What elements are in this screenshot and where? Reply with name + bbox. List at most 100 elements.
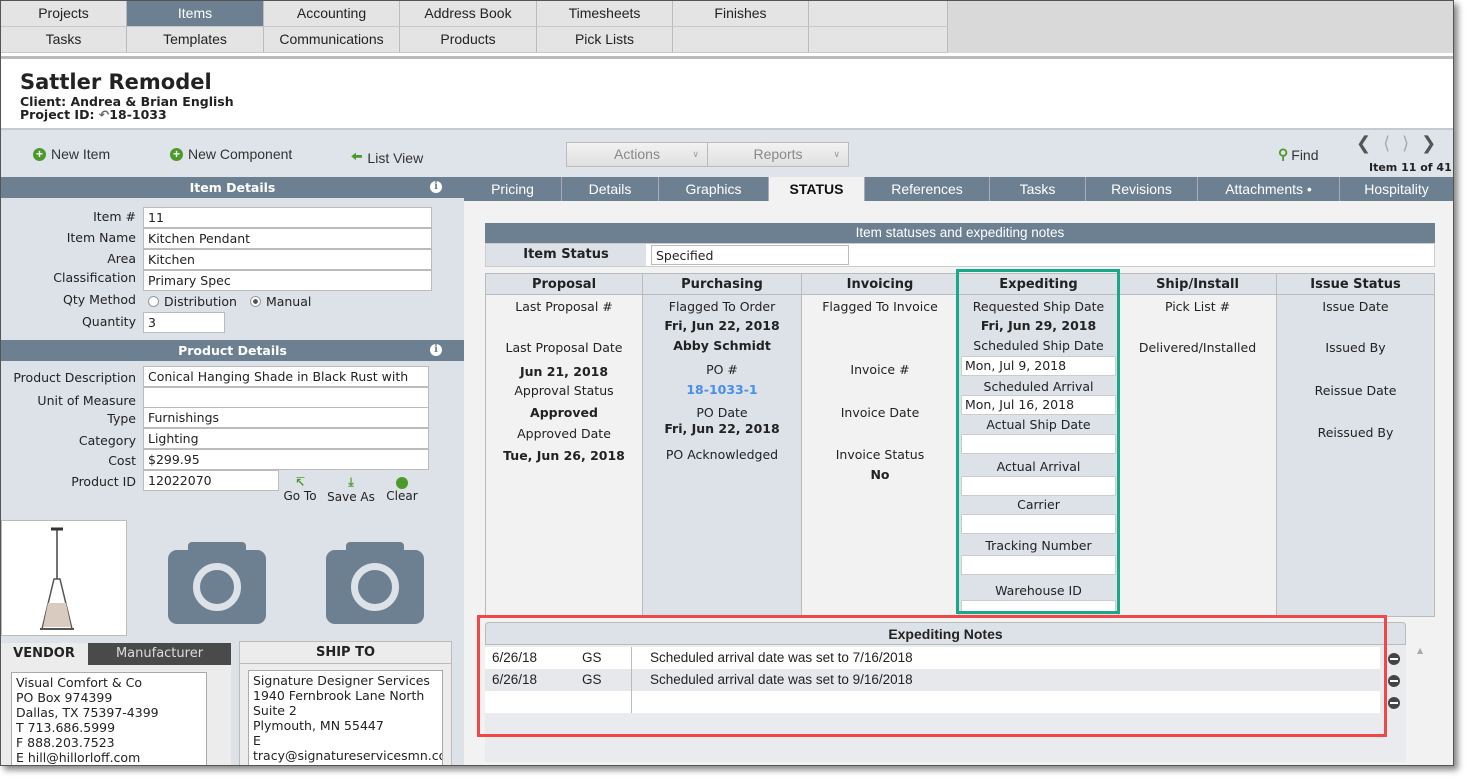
vendor-address[interactable]: Visual Comfort & Co PO Box 974399 Dallas, …: [11, 672, 207, 765]
nav-address-book[interactable]: Address Book: [400, 1, 537, 27]
category-label: Category: [78, 433, 136, 448]
next-icon[interactable]: ⟩: [1402, 133, 1421, 154]
item-tabs: Pricing Details Graphics STATUS Referenc…: [464, 177, 1453, 201]
quantity-field[interactable]: 3: [143, 312, 225, 333]
ship-to-address[interactable]: Signature Designer Services 1940 Fernbroo…: [248, 670, 443, 765]
find-label: Find: [1291, 146, 1319, 163]
item-status-field[interactable]: Specified: [651, 245, 849, 265]
new-item-button[interactable]: + New Item: [33, 146, 110, 162]
po-link[interactable]: 18-1033-1: [643, 382, 801, 397]
project-header: Sattler Remodel Client: Andrea & Brian E…: [1, 56, 1453, 128]
nav-tasks[interactable]: Tasks: [1, 27, 127, 53]
tab-status[interactable]: STATUS: [769, 177, 865, 201]
clear-button[interactable]: Clear: [385, 475, 419, 503]
proposal-column: Proposal Last Proposal # Last Proposal D…: [485, 273, 643, 617]
classification-field[interactable]: Primary Spec: [143, 270, 432, 291]
last-proposal-no-label: Last Proposal #: [515, 299, 613, 314]
nav-finishes[interactable]: Finishes: [673, 1, 809, 27]
camera-icon[interactable]: [326, 542, 424, 624]
address-line: F 888.203.7523: [16, 735, 115, 750]
delivered-installed-label: Delivered/Installed: [1138, 340, 1257, 355]
address-line: T 713.686.5999: [16, 720, 116, 735]
issue-status-column: Issue Status Issue Date Issued By Reissu…: [1276, 273, 1435, 617]
last-icon[interactable]: ❯: [1421, 133, 1448, 154]
approval-status: Approved: [530, 405, 598, 420]
uom-field[interactable]: [143, 387, 429, 408]
first-icon[interactable]: ❮: [1356, 133, 1383, 154]
tab-hospitality[interactable]: Hospitality: [1340, 177, 1453, 201]
reports-dropdown[interactable]: Reports ∨: [707, 142, 849, 167]
new-component-button[interactable]: + New Component: [170, 146, 292, 162]
item-no-field[interactable]: 11: [143, 207, 432, 228]
prev-icon[interactable]: ⟨: [1383, 133, 1402, 154]
reissue-date-label: Reissue Date: [1314, 383, 1397, 398]
address-line: Suite 2: [253, 703, 297, 718]
type-label: Type: [107, 411, 136, 426]
nav-accounting[interactable]: Accounting: [264, 1, 400, 27]
nav-pick-lists[interactable]: Pick Lists: [537, 27, 673, 53]
pick-list-label: Pick List #: [1164, 299, 1231, 314]
product-id-field[interactable]: 12022070: [143, 470, 279, 491]
invoice-date-label: Invoice Date: [840, 405, 920, 420]
nav-communications[interactable]: Communications: [264, 27, 400, 53]
notes-highlight: [477, 615, 1387, 737]
nav-items[interactable]: Items: [127, 1, 264, 27]
product-id-label: Product ID: [71, 474, 136, 489]
goto-label: Go To: [283, 489, 317, 503]
pendant-lamp-image: [40, 527, 74, 630]
flagged-to-order-label: Flagged To Order: [668, 299, 776, 314]
area-field[interactable]: Kitchen: [143, 249, 432, 270]
cost-label: Cost: [108, 453, 136, 468]
delete-note-icon[interactable]: [1388, 653, 1400, 665]
tab-references[interactable]: References: [865, 177, 990, 201]
product-description-field[interactable]: Conical Hanging Shade in Black Rust with: [143, 366, 429, 387]
delete-note-icon[interactable]: [1388, 675, 1400, 687]
type-field[interactable]: Furnishings: [143, 407, 429, 428]
quantity-label: Quantity: [81, 314, 136, 329]
product-image-pendant[interactable]: [1, 520, 127, 636]
list-view-button[interactable]: 🠨 List View: [351, 146, 423, 170]
status-panel-title: Item statuses and expediting notes: [485, 223, 1435, 243]
nav-timesheets[interactable]: Timesheets: [537, 1, 673, 27]
goto-button[interactable]: ↸ Go To: [283, 475, 317, 503]
nav-products[interactable]: Products: [400, 27, 537, 53]
expediting-highlight: [956, 269, 1120, 614]
left-panel: Item Details i Item # 11 Item Name Kitche…: [1, 177, 464, 765]
radio-manual[interactable]: [249, 296, 261, 307]
tab-manufacturer[interactable]: Manufacturer: [88, 643, 231, 665]
reissued-by-label: Reissued By: [1317, 425, 1394, 440]
item-counter: Item 11 of 41: [1369, 161, 1452, 174]
delete-note-icon[interactable]: [1388, 697, 1400, 709]
tab-graphics[interactable]: Graphics: [659, 177, 769, 201]
tab-revisions[interactable]: Revisions: [1086, 177, 1198, 201]
item-details-title: Item Details: [189, 180, 276, 195]
product-details-header: Product Details i: [1, 340, 464, 361]
reports-label: Reports: [753, 146, 803, 162]
find-button[interactable]: ⚲ Find: [1278, 146, 1319, 163]
info-icon[interactable]: i: [430, 181, 442, 193]
last-proposal-date-label: Last Proposal Date: [505, 340, 623, 355]
nav-empty: [809, 27, 948, 53]
category-field[interactable]: Lighting: [143, 428, 429, 449]
tab-tasks[interactable]: Tasks: [990, 177, 1086, 201]
save-as-button[interactable]: ⤓ Save As: [326, 475, 376, 504]
tab-attachments[interactable]: Attachments •: [1198, 177, 1340, 201]
tab-vendor[interactable]: VENDOR: [1, 643, 87, 665]
tab-pricing[interactable]: Pricing: [464, 177, 562, 201]
reply-icon[interactable]: ↶: [99, 107, 109, 122]
info-icon[interactable]: i: [430, 344, 442, 356]
item-details-header: Item Details i: [1, 177, 464, 198]
chevron-down-icon: ∨: [692, 149, 699, 159]
tab-details[interactable]: Details: [562, 177, 659, 201]
scroll-up-icon[interactable]: ▲: [1417, 646, 1423, 655]
address-line: PO Box 974399: [16, 690, 113, 705]
item-name-field[interactable]: Kitchen Pendant: [143, 228, 432, 249]
address-line: Visual Comfort & Co: [16, 675, 143, 690]
nav-templates[interactable]: Templates: [127, 27, 264, 53]
approved-date: Tue, Jun 26, 2018: [503, 448, 625, 463]
cost-field[interactable]: $299.95: [143, 449, 429, 470]
actions-dropdown[interactable]: Actions ∨: [566, 142, 708, 167]
radio-distribution[interactable]: [148, 296, 159, 307]
nav-projects[interactable]: Projects: [1, 1, 127, 27]
camera-icon[interactable]: [168, 542, 266, 624]
